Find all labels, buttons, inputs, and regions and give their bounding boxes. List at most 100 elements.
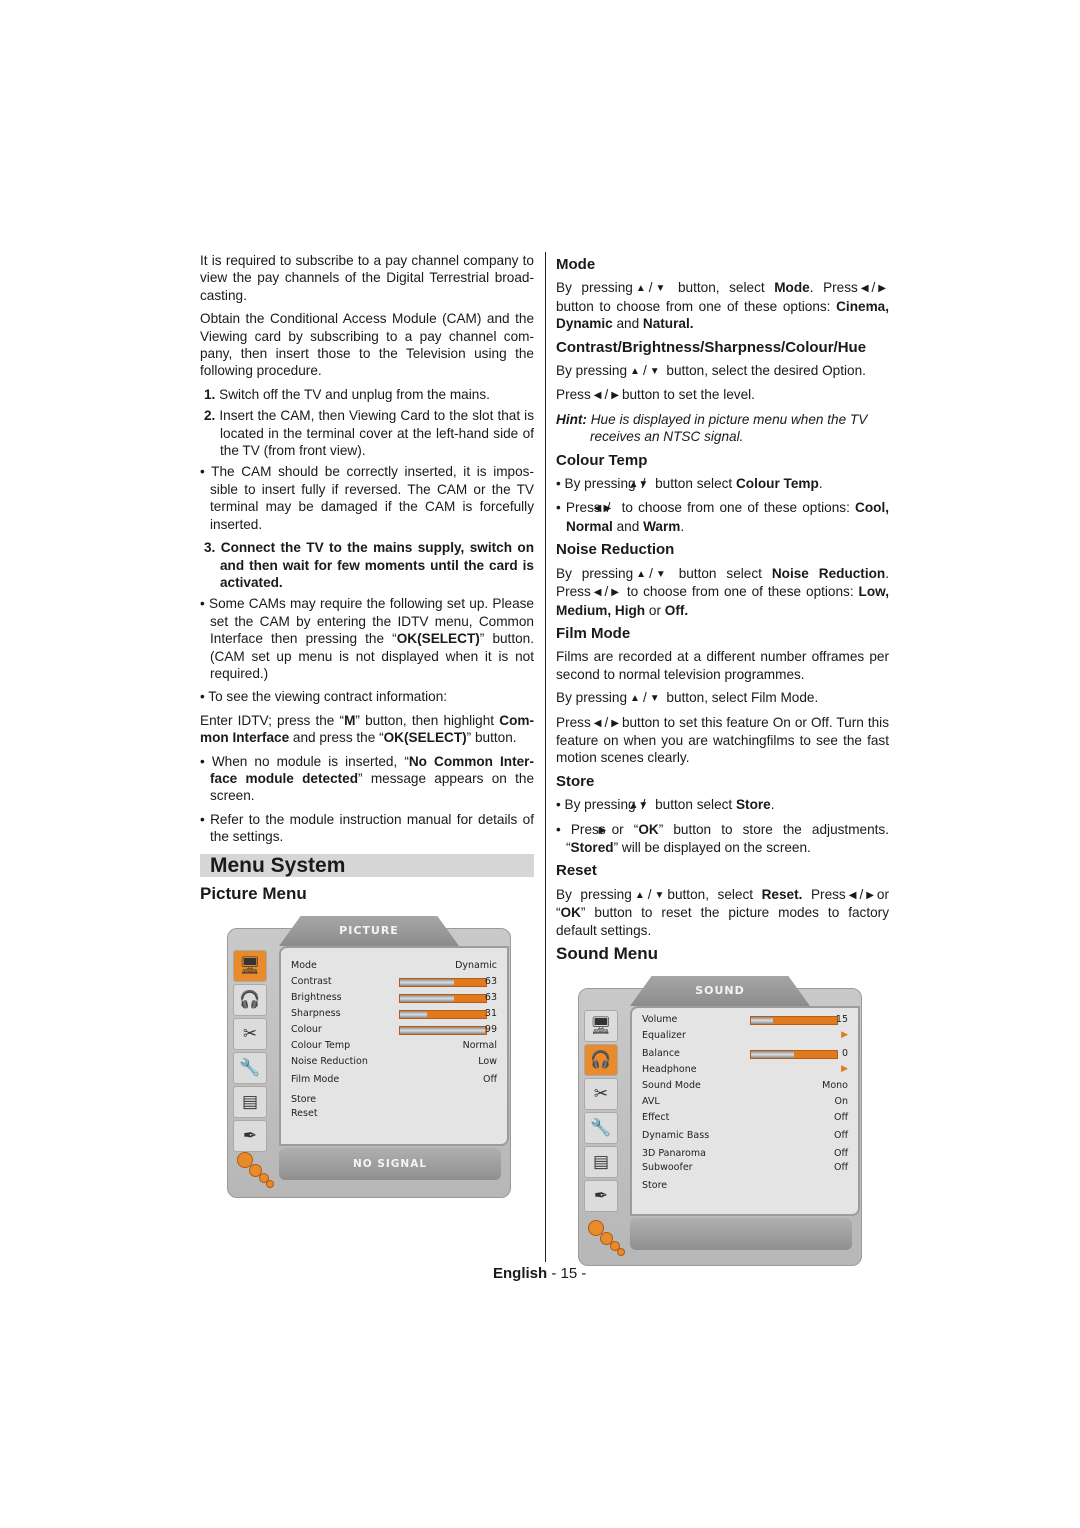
osd-row-brightness[interactable]: Brightness 63 [291, 992, 497, 1003]
osd-row-label: Equalizer [642, 1030, 686, 1041]
picture-icon[interactable]: 🖥 [233, 950, 267, 982]
osd-icon-sidebar: 🖥 🎧 ✂ 🔧 ▤ ✒ [584, 1010, 620, 1214]
intro-paragraph-2: Obtain the Conditional Access Module (CA… [200, 311, 534, 379]
right-arrow-icon: ▶ [611, 390, 619, 402]
osd-row-mode[interactable]: Mode Dynamic [291, 960, 497, 971]
level-slider[interactable] [750, 1016, 838, 1025]
osd-row-dynamic-bass[interactable]: Dynamic Bass Off [642, 1130, 848, 1141]
osd-row-colour[interactable]: Colour 99 [291, 1024, 497, 1035]
osd-row-equalizer[interactable]: Equalizer ▶ [642, 1030, 848, 1041]
osd-row-label: Contrast [291, 976, 332, 987]
text-span: Hue is displayed in picture menu when th… [586, 411, 868, 445]
text-span: ” button, then highlight [355, 712, 500, 728]
step-1: 1. Switch off the TV and unplug from the… [200, 386, 534, 403]
reset-heading: Reset [556, 862, 597, 880]
osd-row-volume[interactable]: Volume 15 [642, 1014, 848, 1025]
up-arrow-icon: ▲ [634, 889, 645, 901]
osd-row-colour-temp[interactable]: Colour Temp Normal [291, 1040, 497, 1051]
hint-note: Hint: Hue is displayed in picture menu w… [556, 411, 889, 446]
level-slider[interactable] [399, 994, 487, 1003]
slider-fill [751, 1051, 794, 1058]
slider-fill [400, 995, 455, 1002]
contrast-heading: Contrast/Brightness/Sharpness/Colour/Hue [556, 338, 867, 356]
notepad-icon[interactable]: ▤ [584, 1146, 618, 1178]
text-span: button, select [678, 280, 775, 296]
colour-temp-heading: Colour Temp [556, 451, 648, 469]
down-arrow-icon: ▼ [655, 568, 666, 580]
picture-icon[interactable]: 🖥 [584, 1010, 618, 1042]
osd-row-reset[interactable]: Reset [291, 1108, 497, 1119]
sound-menu-heading: Sound Menu [556, 944, 658, 963]
text-span: Natural. [642, 316, 694, 332]
noise-reduction-heading: Noise Reduction [556, 541, 675, 559]
right-arrow-icon: ▶ [878, 283, 886, 295]
level-slider[interactable] [399, 1010, 487, 1019]
tools-icon[interactable]: ✂ [233, 1018, 267, 1050]
osd-panel: Volume 15 Equalizer ▶ Balance 0 Headphone ▶ Soun… [630, 1006, 860, 1216]
text-span: to choose from one of these options: [621, 500, 856, 516]
osd-row-store[interactable]: Store [291, 1094, 497, 1105]
osd-row-value: Mono [822, 1080, 848, 1091]
text-span: Noise Reduction [771, 565, 886, 581]
text-span: OK(SELECT) [383, 730, 467, 746]
osd-row-effect[interactable]: Effect Off [642, 1112, 848, 1123]
level-slider[interactable] [399, 978, 487, 987]
down-arrow-icon: ▼ [649, 366, 660, 378]
text-span: ” button. [466, 730, 517, 746]
text-span: By pressing [556, 690, 628, 706]
osd-row-sound-mode[interactable]: Sound Mode Mono [642, 1080, 848, 1091]
bullet-refer-manual: • Refer to the module instruction manual… [200, 811, 534, 845]
osd-row-sharpness[interactable]: Sharpness 31 [291, 1008, 497, 1019]
wrench-icon[interactable]: 🔧 [584, 1112, 618, 1144]
osd-row-label: Colour [291, 1024, 322, 1035]
osd-row-subwoofer[interactable]: Subwoofer Off [642, 1162, 848, 1173]
footer-language: English [493, 1265, 548, 1282]
osd-row-store[interactable]: Store [642, 1180, 848, 1191]
text-span: • When no module is inserted, “ [200, 753, 409, 769]
left-arrow-icon: ◀ [593, 717, 602, 729]
decorative-dots-icon [235, 1152, 275, 1188]
osd-row-noise-reduction[interactable]: Noise Reduction Low [291, 1056, 497, 1067]
column-divider [545, 252, 546, 1262]
text-span: 3. [204, 540, 216, 556]
osd-row-label: Headphone [642, 1064, 697, 1075]
notepad-icon[interactable]: ▤ [233, 1086, 267, 1118]
osd-row-value: 31 [484, 1008, 497, 1019]
level-slider[interactable] [750, 1050, 838, 1059]
feather-icon[interactable]: ✒ [233, 1120, 267, 1152]
osd-row-value: Off [833, 1162, 848, 1173]
text-span: Hint: [556, 411, 587, 427]
osd-row-avl[interactable]: AVL On [642, 1096, 848, 1107]
bullet-viewing-contract: • To see the viewing contract informatio… [200, 689, 448, 705]
text-span: ” button to reset the picture modes to f… [556, 905, 889, 938]
osd-row-label: Volume [642, 1014, 678, 1025]
text-span: Switch off the TV and unplug from the ma… [219, 386, 490, 402]
text-span: button, select [667, 886, 762, 902]
osd-row-value: Normal [462, 1040, 497, 1051]
osd-row-value: Off [833, 1130, 848, 1141]
feather-icon[interactable]: ✒ [584, 1180, 618, 1212]
left-column: It is required to subscribe to a pay cha… [200, 252, 534, 908]
headphones-icon[interactable]: 🎧 [233, 984, 267, 1016]
text-span: to choose from one of these options: [626, 584, 859, 600]
store-bullet-1: • By pressing▲/▼ button select Store. [556, 797, 775, 813]
submenu-arrow-icon: ▶ [841, 1030, 848, 1040]
tools-icon[interactable]: ✂ [584, 1078, 618, 1110]
text-span: Insert the CAM, then Viewing Card to the… [219, 408, 534, 459]
text-span: • By pressing [556, 476, 636, 492]
text-span: and [612, 518, 644, 534]
text-span: Warm [643, 518, 681, 534]
osd-row-balance[interactable]: Balance 0 [642, 1048, 848, 1059]
osd-row-contrast[interactable]: Contrast 63 [291, 976, 497, 987]
wrench-icon[interactable]: 🔧 [233, 1052, 267, 1084]
headphones-icon[interactable]: 🎧 [584, 1044, 618, 1076]
text-span: 1. [204, 386, 216, 402]
osd-row-3d-panaroma[interactable]: 3D Panaroma Off [642, 1148, 848, 1159]
osd-row-label: 3D Panaroma [642, 1148, 706, 1159]
osd-row-headphone[interactable]: Headphone ▶ [642, 1064, 848, 1075]
osd-row-film-mode[interactable]: Film Mode Off [291, 1074, 497, 1085]
osd-title: SOUND [630, 976, 810, 1006]
store-heading: Store [556, 772, 595, 790]
text-span: By pressing [556, 280, 633, 296]
level-slider[interactable] [399, 1026, 487, 1035]
